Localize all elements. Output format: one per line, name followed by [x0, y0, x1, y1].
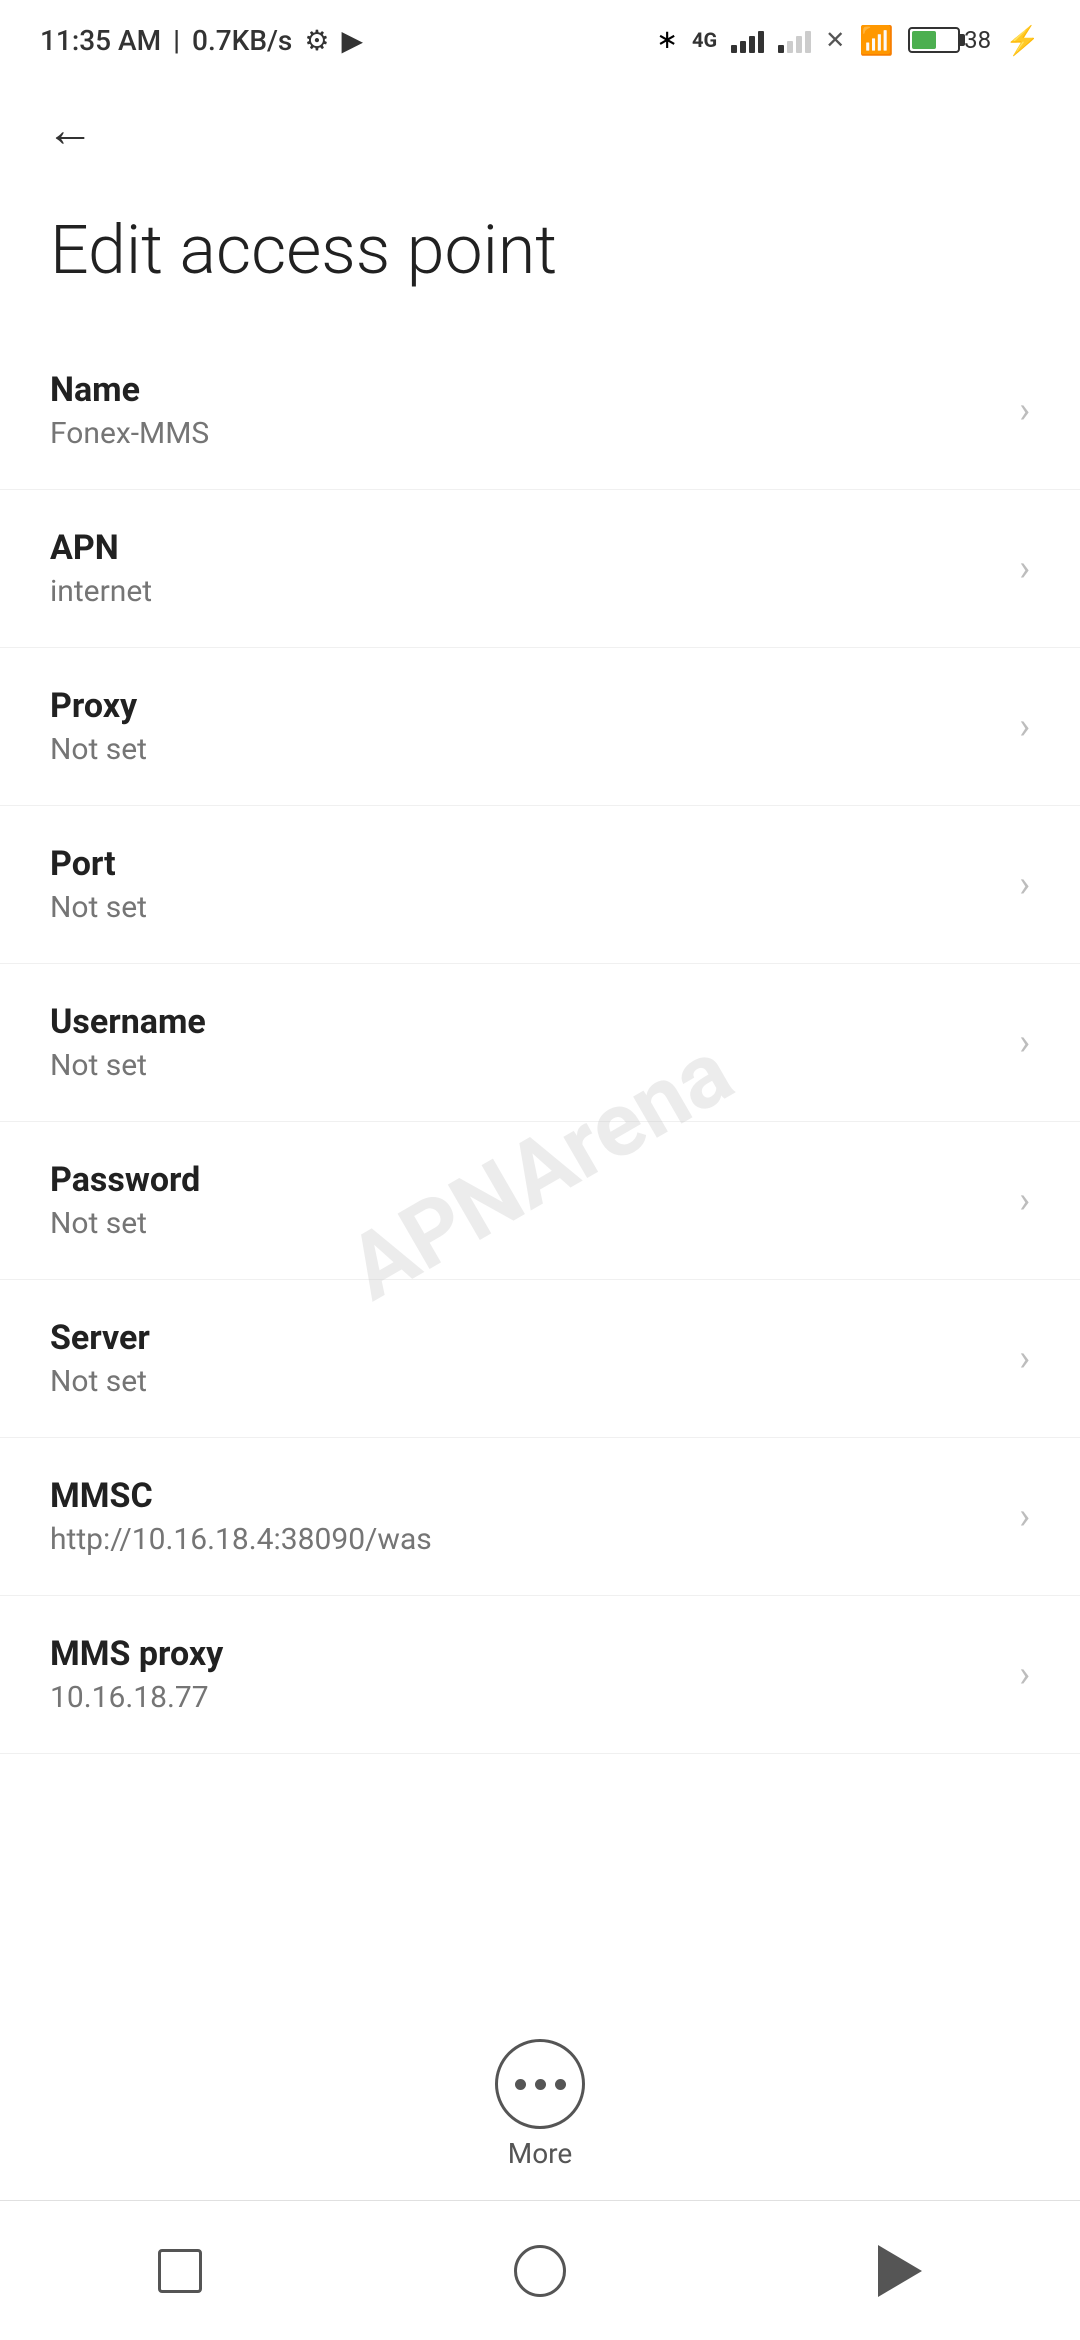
battery-percent: 38 — [964, 26, 991, 54]
signal-cross-icon: ✕ — [825, 26, 845, 54]
chevron-right-icon: › — [1019, 705, 1030, 747]
page-title: Edit access point — [50, 210, 1030, 292]
settings-item[interactable]: Port Not set › — [0, 806, 1080, 964]
more-button[interactable] — [495, 2039, 585, 2129]
settings-item-content-1: APN internet — [50, 528, 999, 609]
settings-item-value-2: Not set — [50, 732, 999, 767]
settings-list: Name Fonex-MMS › APN internet › Proxy No… — [0, 332, 1080, 1754]
home-icon — [514, 2245, 566, 2297]
nav-home-button[interactable] — [500, 2231, 580, 2311]
nav-recent-button[interactable] — [140, 2231, 220, 2311]
settings-item-label-0: Name — [50, 370, 999, 410]
page-title-section: Edit access point — [0, 180, 1080, 332]
battery-indicator: 38 — [908, 26, 991, 54]
settings-item-label-7: MMSC — [50, 1476, 999, 1516]
settings-item[interactable]: Password Not set › — [0, 1122, 1080, 1280]
settings-item-label-5: Password — [50, 1160, 999, 1200]
chevron-right-icon: › — [1019, 1495, 1030, 1537]
chevron-right-icon: › — [1019, 389, 1030, 431]
back-arrow-icon: ← — [46, 106, 94, 154]
chevron-right-icon: › — [1019, 1337, 1030, 1379]
back-button[interactable]: ← — [40, 100, 100, 160]
bluetooth-icon: ∗ — [656, 25, 678, 55]
settings-item-content-8: MMS proxy 10.16.18.77 — [50, 1634, 999, 1715]
settings-item-label-8: MMS proxy — [50, 1634, 999, 1674]
fourG-badge: 4G — [692, 28, 717, 52]
settings-item-value-5: Not set — [50, 1206, 999, 1241]
charging-icon: ⚡ — [1005, 24, 1040, 57]
settings-item-value-4: Not set — [50, 1048, 999, 1083]
status-right: ∗ 4G ✕ 📶 38 ⚡ — [656, 24, 1040, 57]
settings-item-content-5: Password Not set — [50, 1160, 999, 1241]
wifi-icon: 📶 — [859, 24, 894, 57]
settings-item-content-7: MMSC http://10.16.18.4:38090/was — [50, 1476, 999, 1557]
settings-item-value-0: Fonex-MMS — [50, 416, 999, 451]
more-dots-icon — [515, 2079, 566, 2090]
settings-item[interactable]: MMSC http://10.16.18.4:38090/was › — [0, 1438, 1080, 1596]
settings-item[interactable]: APN internet › — [0, 490, 1080, 648]
signal-bars-2 — [778, 27, 811, 53]
settings-item[interactable]: MMS proxy 10.16.18.77 › — [0, 1596, 1080, 1754]
separator: | — [173, 24, 180, 57]
settings-item[interactable]: Proxy Not set › — [0, 648, 1080, 806]
video-icon: ▶ — [341, 24, 363, 57]
settings-item-value-8: 10.16.18.77 — [50, 1680, 999, 1715]
nav-back-button[interactable] — [860, 2231, 940, 2311]
status-bar: 11:35 AM | 0.7KB/s ⚙ ▶ ∗ 4G ✕ 📶 38 ⚡ — [0, 0, 1080, 80]
settings-item-label-1: APN — [50, 528, 999, 568]
chevron-right-icon: › — [1019, 547, 1030, 589]
back-icon — [878, 2245, 922, 2297]
nav-bar — [0, 2200, 1080, 2340]
settings-item-value-3: Not set — [50, 890, 999, 925]
chevron-right-icon: › — [1019, 1653, 1030, 1695]
settings-item-content-6: Server Not set — [50, 1318, 999, 1399]
settings-item-value-1: internet — [50, 574, 999, 609]
more-label: More — [508, 2137, 573, 2170]
settings-item[interactable]: Server Not set › — [0, 1280, 1080, 1438]
speed-display: 0.7KB/s — [192, 24, 292, 57]
signal-bars-1 — [731, 27, 764, 53]
settings-item-value-7: http://10.16.18.4:38090/was — [50, 1522, 999, 1557]
battery-box — [908, 27, 960, 53]
more-section[interactable]: More — [495, 2039, 585, 2170]
status-left: 11:35 AM | 0.7KB/s ⚙ ▶ — [40, 24, 363, 57]
chevron-right-icon: › — [1019, 1179, 1030, 1221]
settings-item-label-6: Server — [50, 1318, 999, 1358]
settings-item-content-4: Username Not set — [50, 1002, 999, 1083]
settings-item[interactable]: Username Not set › — [0, 964, 1080, 1122]
settings-item-label-2: Proxy — [50, 686, 999, 726]
settings-item-label-3: Port — [50, 844, 999, 884]
settings-item-content-0: Name Fonex-MMS — [50, 370, 999, 451]
settings-item-content-2: Proxy Not set — [50, 686, 999, 767]
recent-apps-icon — [158, 2249, 202, 2293]
settings-item[interactable]: Name Fonex-MMS › — [0, 332, 1080, 490]
settings-icon: ⚙ — [304, 24, 329, 57]
settings-item-value-6: Not set — [50, 1364, 999, 1399]
top-nav: ← — [0, 80, 1080, 180]
battery-fill — [912, 31, 936, 49]
time-display: 11:35 AM — [40, 24, 161, 57]
settings-item-content-3: Port Not set — [50, 844, 999, 925]
chevron-right-icon: › — [1019, 863, 1030, 905]
settings-item-label-4: Username — [50, 1002, 999, 1042]
chevron-right-icon: › — [1019, 1021, 1030, 1063]
